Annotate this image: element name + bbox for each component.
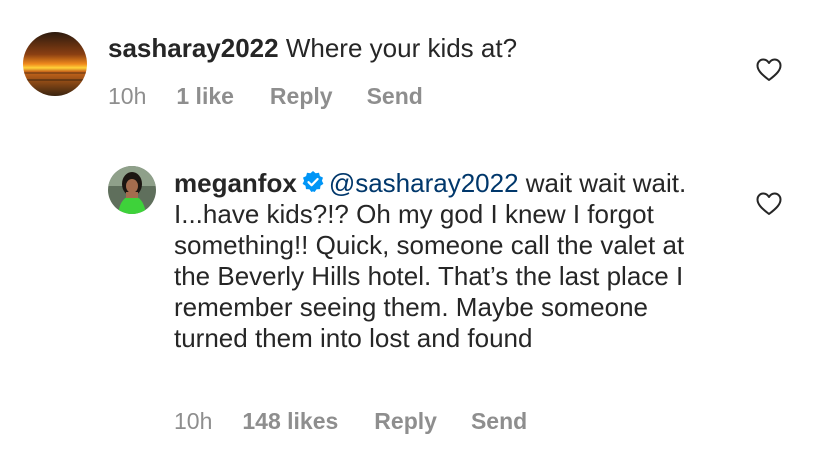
comment-meta: 10h 1 like Reply Send xyxy=(108,83,423,110)
reply-button[interactable]: Reply xyxy=(270,83,333,110)
verified-badge-icon xyxy=(302,171,324,192)
comment-username[interactable]: sasharay2022 xyxy=(108,33,279,63)
comment-timestamp: 10h xyxy=(108,83,147,109)
reply-button[interactable]: Reply xyxy=(374,408,437,435)
avatar[interactable] xyxy=(23,32,87,96)
heart-outline-icon[interactable] xyxy=(756,58,782,82)
comment-username[interactable]: meganfox xyxy=(174,168,297,198)
profile-avatar-image xyxy=(108,166,156,214)
comment-body: meganfox @sasharay2022 wait wait wait. I… xyxy=(174,168,714,354)
send-button[interactable]: Send xyxy=(471,408,527,435)
sunset-avatar-image xyxy=(23,32,87,96)
send-button[interactable]: Send xyxy=(367,83,423,110)
comment-body: sasharay2022 Where your kids at? xyxy=(108,33,728,64)
heart-outline-icon[interactable] xyxy=(756,192,782,216)
comment-text: Where your kids at? xyxy=(285,33,518,63)
comment-timestamp: 10h xyxy=(174,408,213,434)
like-count[interactable]: 1 like xyxy=(176,83,234,110)
comment-meta: 10h 148 likes Reply Send xyxy=(174,408,527,435)
like-count[interactable]: 148 likes xyxy=(242,408,338,435)
avatar[interactable] xyxy=(108,166,156,214)
mention-link[interactable]: @sasharay2022 xyxy=(329,168,519,198)
